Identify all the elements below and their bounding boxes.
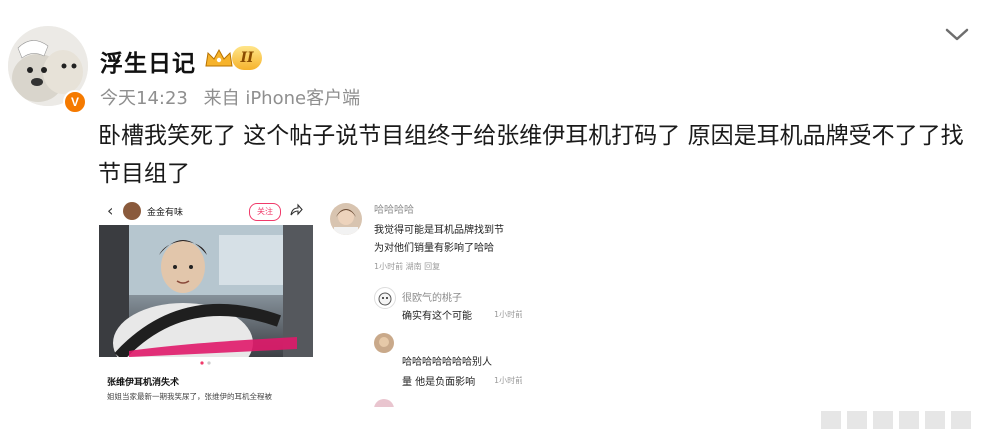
commenter-avatar xyxy=(330,203,362,235)
commenter-name: 哈哈哈哈 xyxy=(374,205,414,216)
reply1-avatar xyxy=(374,287,396,309)
chevron-down-icon[interactable] xyxy=(944,24,970,44)
post-source[interactable]: 来自 iPhone客户端 xyxy=(204,88,360,109)
post-meta: 今天14:23 来自 iPhone客户端 xyxy=(100,84,360,110)
crown-icon xyxy=(205,48,233,67)
post-image-2[interactable]: 哈哈哈哈 我觉得可能是耳机品牌找到节 为对他们销量有影响了哈哈 1小时前 湖南 … xyxy=(318,197,522,407)
post-image-1[interactable]: ‹ 金金有味 关注 张维伊耳机消失术 姐姐当家最新一期我笑尿了，张维伊的耳机全程… xyxy=(99,197,313,407)
follow-button: 关注 xyxy=(249,203,281,221)
car-photo xyxy=(99,225,313,357)
comment-text-line2: 为对他们销量有影响了哈哈 xyxy=(374,243,494,254)
comment-text-line1: 我觉得可能是耳机品牌找到节 xyxy=(374,225,504,236)
reply2-time: 1小时前 xyxy=(494,376,522,385)
reply1-name: 很欧气的桃子 xyxy=(402,293,462,304)
reply1-time: 1小时前 xyxy=(494,310,522,319)
image1-caption-desc: 姐姐当家最新一期我笑尿了，张维伊的耳机全程被 xyxy=(107,392,272,401)
reply1-text: 确实有这个可能 xyxy=(402,311,472,322)
image1-header: ‹ 金金有味 关注 xyxy=(99,197,313,225)
reply2-text-line2: 量 他是负面影响 xyxy=(402,377,476,388)
image1-caption-title: 张维伊耳机消失术 xyxy=(107,378,180,388)
username[interactable]: 浮生日记 xyxy=(100,44,196,78)
chevron-left-icon: ‹ xyxy=(107,201,114,220)
reply2-text-line1: 哈哈哈哈哈哈哈别人 xyxy=(402,357,492,368)
share-icon xyxy=(290,203,303,216)
author-avatar xyxy=(123,202,141,220)
author-name: 金金有味 xyxy=(147,208,184,218)
watermark-graphic xyxy=(821,411,971,429)
vip-badge[interactable]: II xyxy=(204,46,262,70)
reply2-avatar xyxy=(374,333,394,353)
verified-badge-icon: V xyxy=(63,90,87,114)
post-time: 今天14:23 xyxy=(100,88,188,109)
post-text: 卧槽我笑死了 这个帖子说节目组终于给张维伊耳机打码了 原因是耳机品牌受不了了找节… xyxy=(98,123,964,187)
carousel-dots xyxy=(200,361,211,365)
comment-meta: 1小时前 湖南 回复 xyxy=(374,262,441,271)
vip-level-label: II xyxy=(232,46,262,70)
reply3-avatar xyxy=(374,399,394,407)
